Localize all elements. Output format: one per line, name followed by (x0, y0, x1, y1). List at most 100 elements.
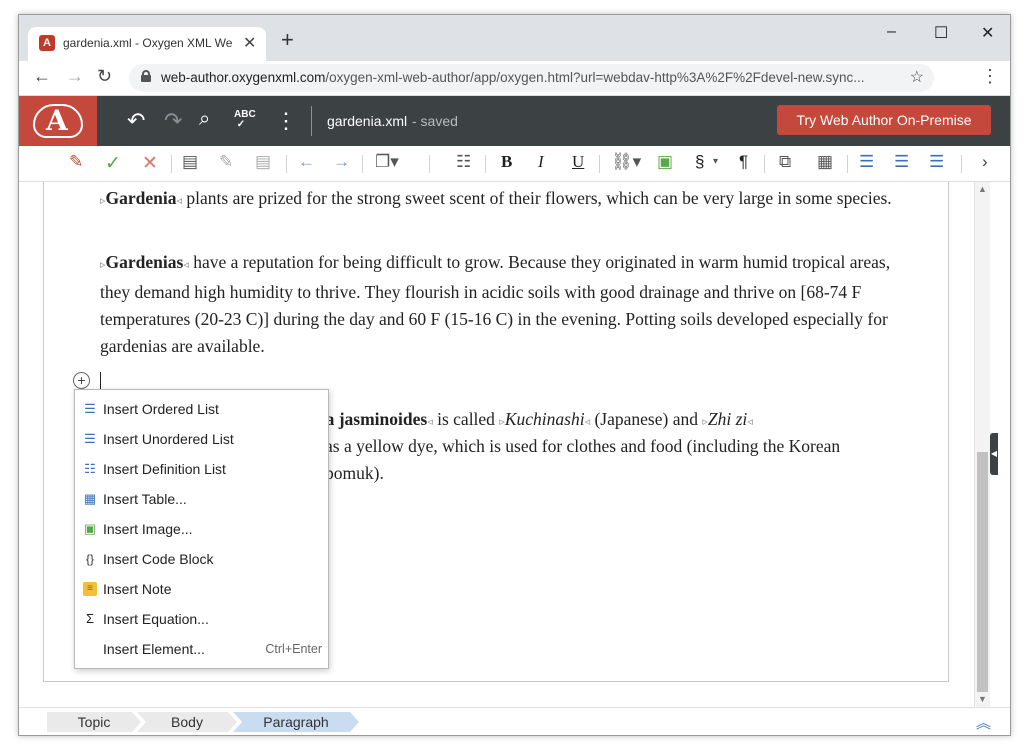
breadcrumb-item-body[interactable]: Body (137, 712, 237, 732)
underline-button[interactable]: U (572, 152, 584, 172)
paragraph-line: pomuk). (325, 463, 384, 483)
reject-change-icon[interactable]: ✕ (142, 152, 158, 175)
search-icon[interactable]: ⌕ (199, 108, 210, 131)
tab-title: gardenia.xml - Oxygen XML Web Author (63, 36, 233, 50)
menu-item-insert-table[interactable]: ▦ Insert Table... (75, 484, 328, 514)
logo-letter: A (46, 104, 68, 137)
menu-item-insert-image[interactable]: ▣ Insert Image... (75, 514, 328, 544)
ordered-list-icon[interactable]: ☰ (894, 152, 909, 172)
ordered-list-icon: ☰ (84, 401, 96, 416)
add-element-icon[interactable]: + (73, 372, 90, 389)
more-icon[interactable]: ⋮ (275, 108, 297, 134)
toolbar-separator (485, 155, 486, 173)
conref-icon[interactable]: ▦ (817, 152, 833, 172)
menu-item-insert-definition-list[interactable]: ☷ Insert Definition List (75, 454, 328, 484)
more-tools-icon[interactable]: › (982, 152, 988, 172)
accept-change-icon[interactable]: ✓ (105, 152, 121, 175)
menu-item-insert-code-block[interactable]: {} Insert Code Block (75, 544, 328, 574)
new-tab-button[interactable]: + (281, 27, 294, 53)
back-arrow-icon[interactable]: ← (33, 66, 51, 87)
paragraph[interactable]: ▹Gardenia◃ plants are prized for the str… (100, 185, 900, 215)
tab-strip: A gardenia.xml - Oxygen XML Web Author ✕… (19, 15, 1010, 61)
close-window-button[interactable]: ✕ (981, 23, 994, 43)
address-bar: ← → ↻ web-author.oxygenxml.com/oxygen-xm… (19, 61, 1010, 96)
paragraph-line: as a yellow dye, which is used for cloth… (325, 436, 841, 456)
app-header: A ↶ ↷ ⌕ ABC ✓ ⋮ gardenia.xml - saved Try… (19, 96, 1010, 146)
unordered-list-icon: ☰ (84, 431, 96, 446)
italic-button[interactable]: I (538, 152, 544, 172)
edit-comment-icon[interactable]: ✎ (219, 152, 233, 172)
scroll-down-icon[interactable]: ▼ (978, 694, 987, 704)
bold-button[interactable]: B (501, 152, 512, 172)
header-separator (311, 106, 312, 136)
toolbar-separator (286, 155, 287, 173)
menu-item-insert-ordered-list[interactable]: ☰ Insert Ordered List (75, 394, 328, 424)
toolbar-separator (429, 155, 430, 173)
scrollbar-thumb[interactable] (977, 452, 988, 692)
editing-toolbar: ✎ ✓ ✕ ▤ ✎ ▤ ← → ❐▾ ☷ B I U ⛓▾ ▣ § ▾ ¶ ⧉ … (19, 146, 1010, 182)
unordered-list-icon[interactable]: ☰ (929, 152, 944, 172)
file-name: gardenia.xml (327, 113, 408, 129)
browser-menu-icon[interactable]: ⋮ (981, 66, 999, 87)
menu-item-insert-note[interactable]: ≡ Insert Note (75, 574, 328, 604)
spellcheck-icon[interactable]: ABC ✓ (234, 110, 256, 130)
url-text: web-author.oxygenxml.com/oxygen-xml-web-… (161, 70, 865, 85)
side-panel-toggle-icon[interactable]: ◀ (990, 433, 998, 475)
toolbar-separator (847, 155, 848, 173)
table-icon: ▦ (83, 491, 97, 506)
shortcut-hint: Ctrl+Enter (265, 642, 322, 656)
redo-icon[interactable]: ↷ (164, 108, 182, 134)
toolbar-separator (599, 155, 600, 173)
collapse-up-icon[interactable]: ︽ (976, 712, 991, 733)
toolbar-separator (764, 155, 765, 173)
try-on-premise-button[interactable]: Try Web Author On-Premise (777, 105, 991, 135)
add-comment-icon[interactable]: ▤ (182, 152, 198, 172)
breadcrumb-item-paragraph[interactable]: Paragraph (233, 712, 359, 732)
copy-dropdown-icon[interactable]: ❐▾ (375, 152, 399, 172)
file-status: - saved (412, 113, 458, 129)
menu-item-insert-unordered-list[interactable]: ☰ Insert Unordered List (75, 424, 328, 454)
sigma-icon: Σ (85, 611, 95, 626)
track-changes-icon[interactable]: ✎ (69, 152, 83, 172)
next-change-icon[interactable]: → (333, 152, 350, 172)
breadcrumb: Topic Body Paragraph ︽ (19, 707, 1010, 735)
note-icon: ≡ (83, 582, 97, 596)
section-button[interactable]: § (695, 152, 704, 172)
browser-window: A gardenia.xml - Oxygen XML Web Author ✕… (18, 14, 1011, 736)
remove-comment-icon[interactable]: ▤ (255, 152, 271, 172)
favicon-icon: A (39, 35, 55, 51)
menu-item-insert-element[interactable]: Insert Element... Ctrl+Enter (75, 634, 328, 664)
image-icon: ▣ (83, 521, 97, 536)
prev-change-icon[interactable]: ← (298, 152, 315, 172)
maximize-button[interactable]: ☐ (934, 23, 948, 43)
lock-icon (141, 70, 151, 82)
paragraph[interactable]: ▹Gardenias◃ have a reputation for being … (100, 249, 900, 360)
oxygen-logo[interactable]: A (19, 96, 97, 146)
text-caret (100, 372, 101, 390)
minimize-button[interactable]: – (887, 23, 896, 41)
url-field[interactable]: web-author.oxygenxml.com/oxygen-xml-web-… (129, 64, 934, 92)
definition-list-icon: ☷ (84, 461, 96, 476)
paragraph-partial[interactable]: nia jasminoides◃ is called ▹Kuchinashi◃ … (311, 406, 911, 436)
insert-list-item-icon[interactable]: ☰ (859, 152, 874, 172)
breadcrumb-item-topic[interactable]: Topic (47, 712, 141, 732)
forward-arrow-icon[interactable]: → (66, 66, 84, 87)
image-icon[interactable]: ▣ (657, 152, 673, 172)
tag-marker-icon[interactable]: ◃ (747, 416, 753, 428)
vertical-scrollbar[interactable]: ▲ ▼ (974, 182, 990, 707)
reload-icon[interactable]: ↻ (97, 66, 112, 87)
outline-icon[interactable]: ☷ (456, 152, 471, 172)
undo-icon[interactable]: ↶ (127, 108, 145, 134)
insert-menu: ☰ Insert Ordered List ☰ Insert Unordered… (74, 389, 329, 669)
toolbar-separator (362, 155, 363, 173)
browser-tab[interactable]: A gardenia.xml - Oxygen XML Web Author ✕ (28, 27, 266, 61)
close-tab-icon[interactable]: ✕ (243, 33, 256, 53)
link-icon[interactable]: ⛓▾ (611, 152, 641, 172)
code-block-icon: {} (85, 552, 94, 566)
pilcrow-button[interactable]: ¶ (739, 152, 748, 172)
scroll-up-icon[interactable]: ▲ (978, 184, 987, 194)
section-dropdown-icon[interactable]: ▾ (713, 156, 718, 167)
menu-item-insert-equation[interactable]: Σ Insert Equation... (75, 604, 328, 634)
insert-element-icon[interactable]: ⧉ (779, 152, 791, 172)
bookmark-star-icon[interactable]: ☆ (910, 67, 924, 87)
